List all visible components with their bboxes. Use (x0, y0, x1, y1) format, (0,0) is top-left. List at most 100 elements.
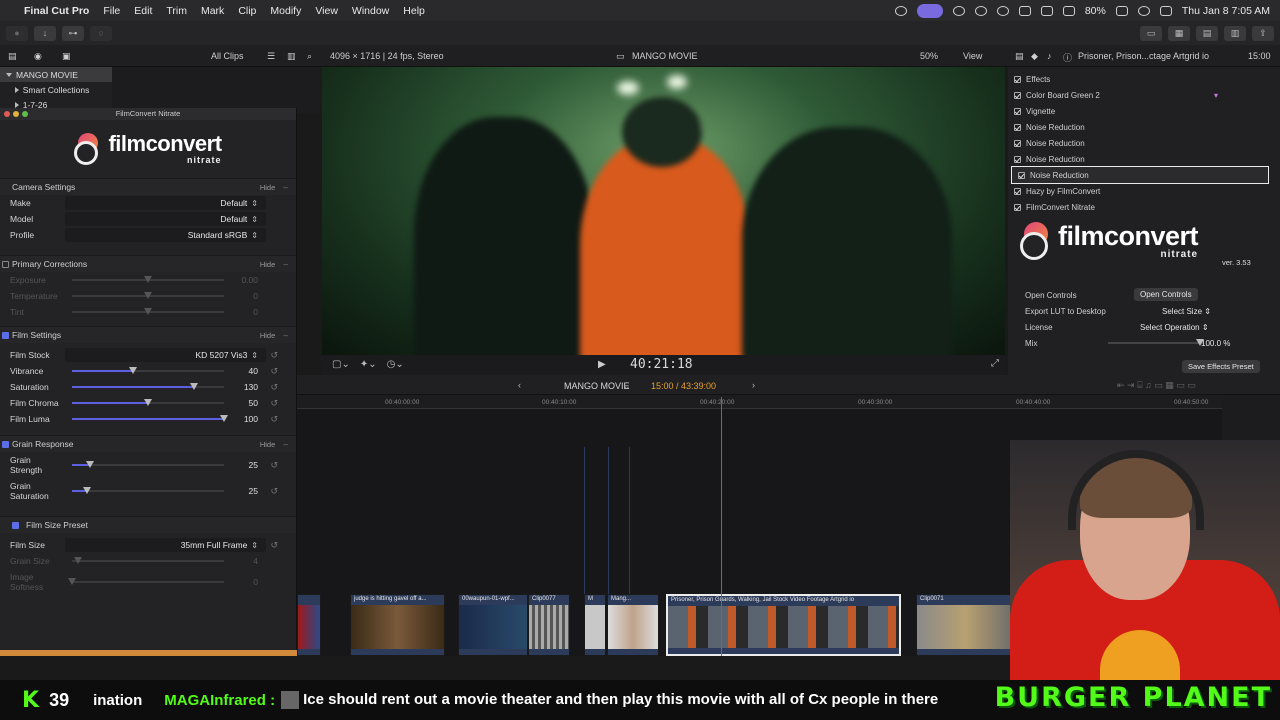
layout-timeline-icon[interactable]: ▤ (1196, 25, 1218, 41)
status-icon[interactable] (952, 5, 965, 16)
play-status-icon[interactable] (996, 5, 1009, 16)
audio-inspector-icon[interactable]: ♪ (1047, 51, 1052, 61)
window-controls[interactable]: ● (6, 25, 28, 41)
control-center-icon[interactable] (1159, 5, 1172, 16)
effect-item[interactable]: Noise Reduction (1008, 135, 1280, 151)
minus-icon[interactable]: – (283, 439, 288, 449)
effect-item-selected[interactable]: Noise Reduction (1011, 166, 1269, 184)
keywords-icon[interactable]: ⊶ (62, 25, 84, 41)
reset-icon[interactable]: ↺ (270, 486, 278, 497)
timeline-tools-icon[interactable]: ⇤ ⇥ ⌸ ♫ ▭ ▦ ▭ ▭ (1117, 380, 1196, 391)
video-inspector-icon[interactable]: ▤ (1015, 51, 1024, 62)
checkbox[interactable] (1014, 75, 1021, 83)
checkbox[interactable] (1014, 203, 1021, 211)
disclosure-icon[interactable] (6, 72, 12, 77)
section-film-settings[interactable]: Film Settings Hide – (0, 326, 296, 343)
grain-size-slider[interactable] (72, 557, 224, 564)
section-film-size-preset[interactable]: Film Size Preset (0, 516, 296, 533)
checkbox[interactable] (1014, 107, 1021, 115)
menu-trim[interactable]: Trim (166, 5, 187, 17)
film-size-select[interactable]: 35mm Full Frame ⇕ (181, 540, 258, 550)
film-stock-select[interactable]: KD 5207 Vis3 ⇕ (195, 350, 258, 360)
grain-response-checkbox[interactable] (2, 441, 9, 448)
film-size-preset-checkbox[interactable] (12, 522, 19, 529)
view-dropdown[interactable]: View (963, 51, 982, 61)
list-view-icon[interactable]: ☰ (267, 51, 275, 62)
timeline-project-name[interactable]: MANGO MOVIE (564, 381, 630, 391)
disclosure-icon[interactable] (14, 101, 19, 108)
disclosure-icon[interactable] (14, 86, 19, 93)
timeline-clip[interactable]: M (584, 594, 606, 656)
minus-icon[interactable]: – (283, 182, 288, 192)
effect-item[interactable]: Noise Reduction (1008, 119, 1280, 135)
mix-value[interactable]: 100.0 % (1201, 339, 1230, 348)
section-camera-settings[interactable]: Camera Settings Hide – (0, 178, 296, 195)
transform-icon[interactable]: ▢⌄ (332, 359, 350, 370)
tint-slider[interactable] (72, 308, 224, 315)
effect-item[interactable]: Noise Reduction (1008, 151, 1280, 167)
back-icon[interactable]: ‹ (518, 380, 521, 390)
status-icon[interactable] (974, 5, 987, 16)
hide-button[interactable]: Hide (260, 331, 275, 340)
film-settings-checkbox[interactable] (2, 332, 9, 339)
search-icon[interactable]: ⌕ (307, 51, 312, 62)
reset-icon[interactable]: ↺ (270, 414, 278, 425)
enhance-icon[interactable]: ✦⌄ (360, 359, 377, 370)
close-icon[interactable] (4, 111, 10, 117)
menu-mark[interactable]: Mark (201, 5, 224, 17)
film-luma-slider[interactable] (72, 415, 228, 422)
reset-icon[interactable]: ↺ (270, 460, 278, 471)
section-primary-corrections[interactable]: Primary Corrections Hide – (0, 255, 296, 272)
hide-button[interactable]: Hide (260, 440, 275, 449)
export-lut-select[interactable]: Select Size ⇕ (1162, 307, 1211, 316)
hide-button[interactable]: Hide (260, 260, 275, 269)
checkbox[interactable] (1014, 155, 1021, 163)
playhead[interactable] (721, 397, 722, 656)
clock[interactable]: Thu Jan 8 7:05 AM (1182, 5, 1270, 17)
primary-corrections-checkbox[interactable] (2, 261, 9, 268)
timeline-clip[interactable]: 00waupun-01-wpf... (458, 594, 528, 656)
forward-icon[interactable]: › (752, 380, 755, 390)
search-icon[interactable] (1137, 5, 1150, 16)
status-icon[interactable] (894, 5, 907, 16)
grain-saturation-slider[interactable] (72, 487, 224, 494)
speed-icon[interactable]: ◷⌄ (387, 359, 404, 370)
reset-icon[interactable]: ↺ (270, 540, 278, 551)
reset-icon[interactable]: ↺ (270, 366, 278, 377)
timeline-clip[interactable] (297, 594, 321, 656)
zoom-dropdown[interactable]: 50% (920, 51, 938, 61)
layout-inspector-icon[interactable]: ▥ (1224, 25, 1246, 41)
timeline-ruler[interactable]: 00:40:00:00 00:40:10:00 00:40:20:00 00:4… (297, 395, 1222, 409)
menu-edit[interactable]: Edit (134, 5, 152, 17)
share-icon[interactable]: ⇪ (1252, 25, 1274, 41)
bluetooth-icon[interactable] (1040, 5, 1053, 16)
section-grain-response[interactable]: Grain Response Hide – (0, 435, 296, 452)
minus-icon[interactable]: – (283, 259, 288, 269)
timeline-clip[interactable]: Clip0077 (528, 594, 570, 656)
menu-view[interactable]: View (315, 5, 338, 17)
titles-icon[interactable]: ▣ (62, 51, 71, 62)
model-select[interactable]: Default ⇕ (220, 214, 258, 224)
effect-item[interactable]: Color Board Green 2 ▾ (1008, 87, 1280, 103)
menu-file[interactable]: File (103, 5, 120, 17)
effects-header[interactable]: Effects (1008, 71, 1280, 87)
clip-filter-dropdown[interactable]: All Clips (211, 51, 244, 61)
hide-button[interactable]: Hide (260, 183, 275, 192)
reset-icon[interactable]: ↺ (270, 382, 278, 393)
timeline-clip[interactable]: judge is hitting gavel off a... (350, 594, 445, 656)
menu-clip[interactable]: Clip (238, 5, 256, 17)
library-item[interactable]: MANGO MOVIE (0, 67, 112, 82)
battery-icon[interactable] (1115, 5, 1128, 16)
zoom-icon[interactable] (22, 111, 28, 117)
temperature-slider[interactable] (72, 292, 224, 299)
color-inspector-icon[interactable]: ◆ (1031, 51, 1038, 62)
effect-item[interactable]: Hazy by FilmConvert (1008, 183, 1280, 199)
screen-share-icon[interactable] (916, 3, 943, 18)
profile-select[interactable]: Standard sRGB ⇕ (188, 230, 258, 240)
make-select[interactable]: Default ⇕ (220, 198, 258, 208)
reset-icon[interactable]: ↺ (270, 398, 278, 409)
effect-item[interactable]: Vignette (1008, 103, 1280, 119)
saturation-slider[interactable] (72, 383, 224, 390)
vibrance-slider[interactable] (72, 367, 224, 374)
open-controls-button[interactable]: Open Controls (1134, 288, 1198, 301)
